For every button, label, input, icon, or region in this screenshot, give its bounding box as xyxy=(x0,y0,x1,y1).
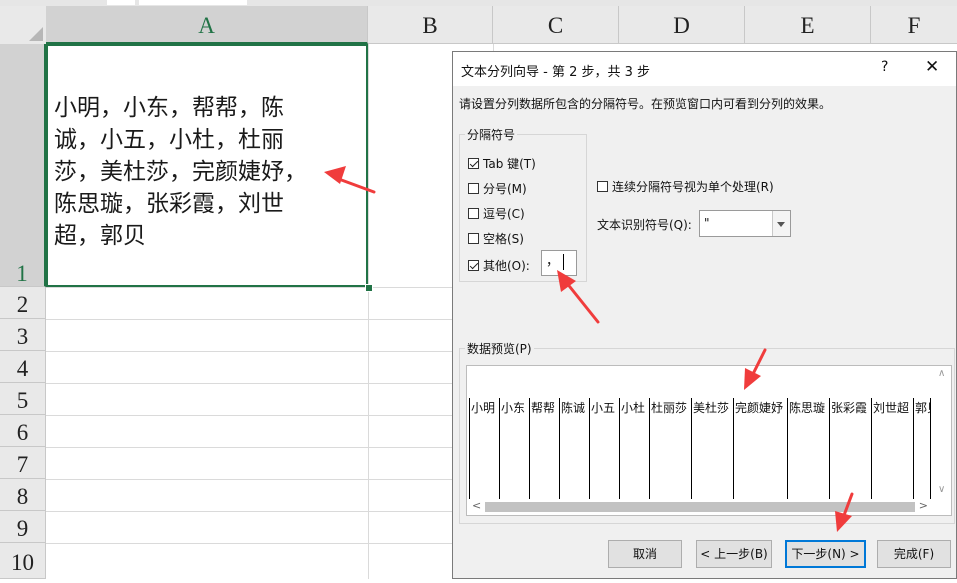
column-header-f[interactable]: F xyxy=(871,6,957,44)
column-header-e[interactable]: E xyxy=(745,6,871,44)
preview-horizontal-scrollbar[interactable]: < > xyxy=(467,499,951,515)
chevron-down-icon[interactable] xyxy=(772,211,790,236)
row-header-10[interactable]: 10 xyxy=(0,543,46,579)
dialog-title: 文本分列向导 - 第 2 步，共 3 步 xyxy=(461,65,651,80)
preview-cell: 张彩霞 xyxy=(831,401,868,415)
semicolon-checkbox[interactable]: 分号(M) xyxy=(468,180,527,197)
column-header-a[interactable]: A xyxy=(46,6,368,44)
preview-column[interactable]: 刘世超 xyxy=(871,398,913,513)
text-caret xyxy=(563,253,565,270)
preview-column[interactable]: 美杜莎 xyxy=(691,398,733,513)
row-header-7[interactable]: 7 xyxy=(0,447,46,479)
preview-column[interactable]: 陈思璇 xyxy=(787,398,829,513)
preview-cell: 小明 xyxy=(471,401,496,415)
checkbox-icon xyxy=(597,181,608,192)
preview-cell: 小五 xyxy=(591,401,616,415)
fill-handle[interactable] xyxy=(365,284,373,292)
checkbox-checked-icon xyxy=(468,158,479,169)
checkbox-icon xyxy=(468,183,479,194)
text-qualifier-select[interactable]: " xyxy=(699,210,791,237)
consecutive-checkbox[interactable]: 连续分隔符号视为单个处理(R) xyxy=(597,178,774,195)
consecutive-checkbox-label: 连续分隔符号视为单个处理(R) xyxy=(612,180,774,194)
preview-column[interactable]: 小杜 xyxy=(619,398,649,513)
column-header-d[interactable]: D xyxy=(619,6,745,44)
preview-cell: 杜丽莎 xyxy=(651,401,688,415)
row-header-1[interactable]: 1 xyxy=(0,44,46,287)
preview-column[interactable]: 小明 xyxy=(469,398,499,513)
comma-checkbox[interactable]: 逗号(C) xyxy=(468,205,525,222)
text-qualifier-label: 文本识别符号(Q): xyxy=(597,218,692,232)
column-header-c[interactable]: C xyxy=(493,6,619,44)
row-header-3[interactable]: 3 xyxy=(0,319,46,351)
preview-cell: 陈诚 xyxy=(561,401,586,415)
preview-column[interactable]: 郭贝 xyxy=(913,398,931,513)
scrollbar-thumb[interactable] xyxy=(485,502,915,512)
cancel-button[interactable]: 取消 xyxy=(608,540,682,568)
space-checkbox[interactable]: 空格(S) xyxy=(468,230,524,247)
row-header-9[interactable]: 9 xyxy=(0,511,46,543)
semicolon-checkbox-label: 分号(M) xyxy=(483,182,527,196)
tab-edge xyxy=(139,0,247,5)
preview-vertical-scrollbar[interactable]: ∧ ∨ xyxy=(934,366,951,500)
text-qualifier-value: " xyxy=(704,216,710,230)
row-header-5[interactable]: 5 xyxy=(0,383,46,415)
chevron-right-icon[interactable]: > xyxy=(919,499,928,512)
preview-cell: 帮帮 xyxy=(531,401,556,415)
preview-cell: 美杜莎 xyxy=(693,401,730,415)
delimiters-group-label: 分隔符号 xyxy=(465,126,518,143)
preview-column[interactable]: 张彩霞 xyxy=(829,398,871,513)
select-all-corner[interactable] xyxy=(0,6,47,45)
checkbox-checked-icon xyxy=(468,260,479,271)
column-header-b[interactable]: B xyxy=(368,6,493,44)
preview-column[interactable]: 杜丽莎 xyxy=(649,398,691,513)
preview-column[interactable]: 陈诚 xyxy=(559,398,589,513)
instruction-text: 请设置分列数据所包含的分隔符号。在预览窗口内可看到分列的效果。 xyxy=(459,97,832,111)
tab-edge xyxy=(107,0,135,5)
gridline xyxy=(368,44,369,579)
preview-column[interactable]: 小五 xyxy=(589,398,619,513)
preview-column[interactable]: 帮帮 xyxy=(529,398,559,513)
chevron-up-icon[interactable]: ∧ xyxy=(938,368,945,379)
preview-cell: 小杜 xyxy=(621,401,646,415)
close-icon[interactable]: ✕ xyxy=(925,57,939,77)
other-checkbox[interactable]: 其他(O): xyxy=(468,257,530,274)
other-delimiter-input[interactable]: ， xyxy=(541,250,577,276)
dialog-titlebar: 文本分列向导 - 第 2 步，共 3 步 ? ✕ xyxy=(453,52,956,86)
preview-cell: 刘世超 xyxy=(873,401,910,415)
preview-group-label: 数据预览(P) xyxy=(465,340,534,357)
comma-checkbox-label: 逗号(C) xyxy=(483,207,525,221)
data-preview[interactable]: 小明 小东 帮帮 陈诚 小五 小杜 杜丽莎 美杜莎 完颜婕妤 陈思璇 张彩霞 刘… xyxy=(466,365,952,516)
cell-a1[interactable]: 小明，小东，帮帮，陈诚，小五，小杜，杜丽莎，美杜莎，完颜婕妤，陈思璇，张彩霞，刘… xyxy=(46,44,368,287)
preview-column[interactable]: 完颜婕妤 xyxy=(733,398,787,513)
help-icon[interactable]: ? xyxy=(881,59,888,75)
finish-button[interactable]: 完成(F) xyxy=(877,540,951,568)
text-to-columns-dialog: 文本分列向导 - 第 2 步，共 3 步 ? ✕ 请设置分列数据所包含的分隔符号… xyxy=(452,51,957,579)
checkbox-icon xyxy=(468,208,479,219)
chevron-down-icon[interactable]: ∨ xyxy=(938,484,945,495)
space-checkbox-label: 空格(S) xyxy=(483,232,524,246)
back-button[interactable]: < 上一步(B) xyxy=(696,540,772,568)
preview-cell: 陈思璇 xyxy=(789,401,826,415)
preview-cell: 完颜婕妤 xyxy=(735,401,784,415)
cell-a1-text: 小明，小东，帮帮，陈诚，小五，小杜，杜丽莎，美杜莎，完颜婕妤，陈思璇，张彩霞，刘… xyxy=(54,95,307,249)
tab-checkbox-label: Tab 键(T) xyxy=(483,157,536,171)
preview-cell: 小东 xyxy=(501,401,526,415)
other-delimiter-value: ， xyxy=(546,254,560,269)
next-button[interactable]: 下一步(N) > xyxy=(785,540,866,568)
row-header-2[interactable]: 2 xyxy=(0,287,46,319)
row-header-8[interactable]: 8 xyxy=(0,479,46,511)
checkbox-icon xyxy=(468,233,479,244)
preview-column[interactable]: 小东 xyxy=(499,398,529,513)
row-header-6[interactable]: 6 xyxy=(0,415,46,447)
chevron-left-icon[interactable]: < xyxy=(472,499,481,512)
preview-cell: 郭贝 xyxy=(915,401,930,415)
other-checkbox-label: 其他(O): xyxy=(483,259,530,273)
row-header-4[interactable]: 4 xyxy=(0,351,46,383)
tab-checkbox[interactable]: Tab 键(T) xyxy=(468,155,536,172)
